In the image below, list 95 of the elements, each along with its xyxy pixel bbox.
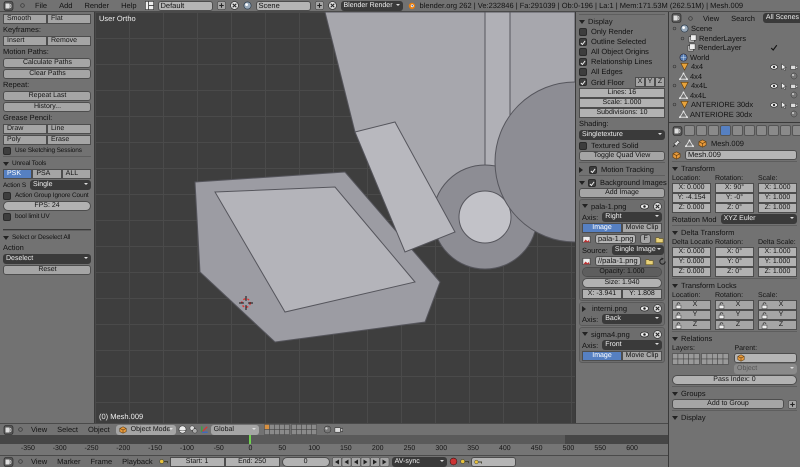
cursor-arrow-icon[interactable] — [780, 62, 788, 71]
collapse-icon[interactable] — [16, 457, 25, 466]
pin-icon[interactable] — [672, 138, 681, 148]
padlock-icon — [718, 322, 725, 328]
close-icon[interactable] — [653, 304, 662, 313]
eye-icon[interactable] — [640, 330, 649, 338]
close-icon[interactable] — [328, 1, 336, 10]
plus-icon[interactable] — [314, 1, 324, 10]
mesh-icon — [679, 110, 688, 119]
record-icon[interactable] — [448, 457, 458, 466]
eye-icon[interactable] — [770, 62, 778, 71]
checkbox[interactable] — [579, 142, 587, 150]
mesh-icon — [679, 90, 688, 100]
3d-cursor-icon[interactable] — [239, 296, 253, 310]
checkbox[interactable] — [3, 192, 11, 200]
collapse-icon[interactable] — [18, 1, 27, 10]
material-icon[interactable] — [322, 425, 332, 434]
camera-icon[interactable] — [790, 82, 798, 90]
current-frame-marker[interactable] — [249, 435, 251, 444]
checkbox[interactable] — [3, 146, 11, 154]
property-tab[interactable] — [756, 125, 767, 136]
image-icon[interactable] — [582, 256, 591, 266]
property-tab[interactable] — [732, 125, 743, 136]
checkbox[interactable] — [579, 28, 587, 36]
world-icon — [679, 52, 688, 62]
collapse-toggle-icon[interactable] — [671, 101, 678, 108]
playback-controls[interactable] — [332, 456, 390, 466]
property-tab[interactable] — [768, 125, 779, 136]
key-icon — [474, 458, 482, 466]
close-icon[interactable] — [230, 1, 238, 10]
parent-field[interactable] — [734, 353, 797, 363]
cursor-arrow-icon[interactable] — [780, 100, 788, 109]
layer-grid[interactable] — [672, 353, 730, 365]
property-tab[interactable] — [744, 125, 755, 136]
shading-sphere-icon[interactable] — [178, 425, 187, 434]
eye-icon[interactable] — [640, 202, 649, 210]
key-icon[interactable] — [158, 457, 168, 466]
camera-icon[interactable] — [334, 425, 343, 434]
camera-icon[interactable] — [790, 62, 798, 71]
checkbox[interactable] — [579, 78, 587, 86]
padlock-icon — [675, 302, 682, 308]
editor-type-icon[interactable] — [3, 456, 14, 466]
close-icon[interactable] — [653, 330, 662, 338]
cube-icon — [698, 138, 707, 148]
pivot-icon[interactable] — [188, 425, 198, 434]
collapse-toggle-icon[interactable] — [671, 82, 678, 90]
screen-layout-icon[interactable] — [144, 1, 154, 10]
reload-icon[interactable] — [658, 256, 667, 266]
padlock-icon — [718, 302, 725, 308]
render-layer-icon — [687, 43, 696, 52]
check-icon[interactable] — [770, 44, 778, 52]
collapse-icon[interactable] — [686, 14, 695, 22]
checkbox[interactable] — [3, 212, 11, 220]
mesh-icon — [679, 72, 688, 81]
keying-set-field[interactable] — [470, 456, 516, 466]
eye-icon[interactable] — [640, 304, 649, 313]
cube-icon — [118, 426, 127, 434]
padlock-icon — [675, 312, 682, 318]
editor-type-icon[interactable] — [3, 424, 14, 434]
close-icon[interactable] — [653, 202, 662, 210]
scene-icon[interactable] — [242, 1, 252, 10]
cube-icon — [737, 354, 745, 362]
checkbox[interactable] — [589, 166, 597, 174]
cursor-arrow-icon[interactable] — [780, 82, 788, 90]
editor-type-icon[interactable] — [671, 13, 682, 23]
object-data-icon — [685, 138, 694, 148]
image-icon[interactable] — [582, 234, 591, 244]
eye-icon[interactable] — [770, 100, 778, 109]
checkbox[interactable] — [579, 48, 587, 56]
padlock-icon — [675, 322, 682, 328]
property-tab[interactable] — [696, 125, 707, 136]
plus-icon[interactable] — [788, 400, 797, 408]
padlock-icon — [761, 302, 768, 308]
collapse-icon[interactable] — [16, 425, 25, 434]
padlock-icon — [761, 322, 768, 328]
logo-icon — [406, 1, 416, 10]
camera-icon[interactable] — [790, 100, 798, 109]
property-tab[interactable] — [780, 125, 791, 136]
eye-icon[interactable] — [770, 82, 778, 90]
scene-icon — [680, 24, 689, 34]
property-tab[interactable] — [792, 125, 800, 136]
checkbox[interactable] — [588, 178, 596, 186]
key-icon[interactable] — [460, 457, 469, 466]
checkbox[interactable] — [579, 58, 587, 66]
render-layers-icon — [688, 34, 697, 43]
checkbox[interactable] — [579, 38, 587, 46]
editor-type-icon[interactable] — [3, 0, 14, 10]
checkbox[interactable] — [579, 68, 587, 76]
editor-type-icon[interactable] — [672, 126, 683, 136]
cube-icon — [672, 150, 681, 160]
padlock-icon — [761, 312, 768, 318]
plus-icon[interactable] — [216, 1, 226, 10]
collapse-toggle-icon[interactable] — [671, 63, 678, 70]
padlock-icon — [718, 312, 725, 318]
property-tab[interactable] — [708, 125, 719, 136]
